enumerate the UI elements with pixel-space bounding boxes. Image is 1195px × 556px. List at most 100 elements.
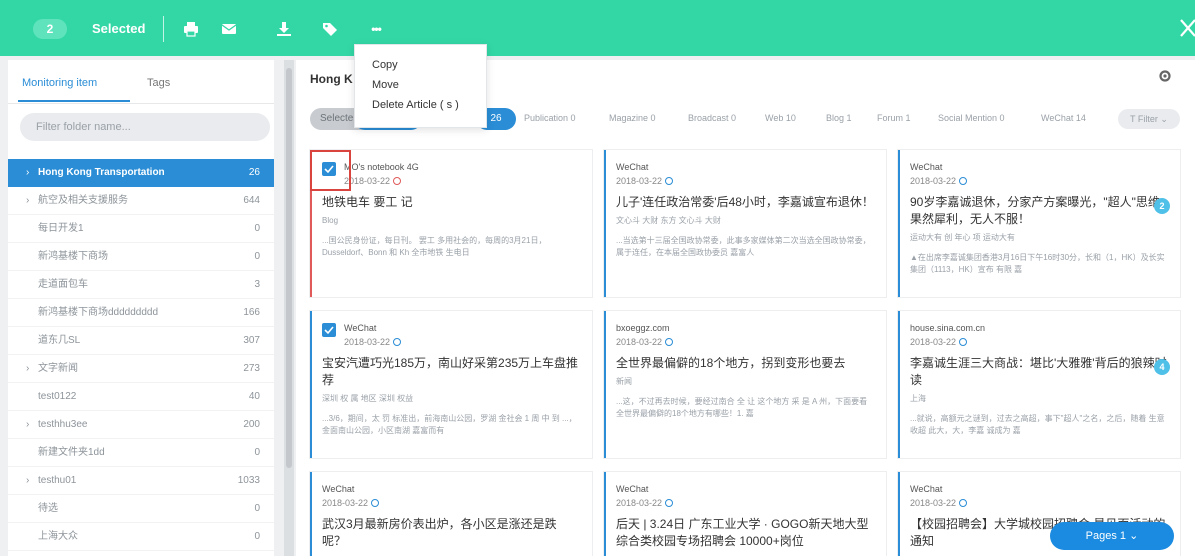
source-tab[interactable]: Broadcast 0	[688, 113, 736, 123]
sidebar-scrollbar-thumb[interactable]	[286, 68, 292, 468]
article-date: 2018-03-22	[322, 335, 580, 349]
article-date: 2018-03-22	[910, 174, 1168, 188]
page-title: Hong K	[310, 72, 353, 86]
sidebar-folder-item[interactable]: 新建文件夹1dd 0	[8, 439, 274, 467]
article-title[interactable]: 地铁电车 要工 记	[322, 194, 580, 211]
folder-name: 新鸿基楼下商场ddddddddd	[38, 307, 159, 318]
selection-highlight-frame	[310, 150, 351, 191]
article-source: WeChat	[616, 484, 649, 494]
article-title[interactable]: 武汉3月最新房价表出炉，各小区是涨还是跌呢？	[322, 516, 580, 550]
source-tab[interactable]: Magazine 0	[609, 113, 656, 123]
sentiment-icon	[959, 338, 968, 346]
source-tab[interactable]: Blog 1	[826, 113, 852, 123]
menu-item-copy[interactable]: Copy	[355, 55, 486, 75]
sidebar-folder-item[interactable]: 道东几SL 307	[8, 327, 274, 355]
sidebar-folder-item[interactable]: › Hong Kong Transportation 26	[8, 159, 274, 187]
article-card[interactable]: WeChat 2018-03-22 后天 | 3.24日 广东工业大学 · GOGO…	[604, 472, 886, 556]
folder-count: 40	[248, 391, 260, 402]
article-card[interactable]: WeChat 2018-03-22 宝安汽遭巧光185万，南山好采第235万上车盘推…	[310, 311, 592, 458]
article-date: 2018-03-22	[616, 496, 874, 510]
sentiment-icon	[665, 499, 674, 507]
article-card[interactable]: WeChat 2018-03-22 武汉3月最新房价表出炉，各小区是涨还是跌呢？	[310, 472, 592, 556]
article-card[interactable]: bxoeggz.com 2018-03-22 全世界最偏僻的18个地方，拐到变形也要…	[604, 311, 886, 458]
folder-count: 0	[254, 251, 260, 262]
source-tab[interactable]: Social Mention 0	[938, 113, 1005, 123]
article-meta: 上海	[910, 394, 926, 403]
tab-monitoring-item[interactable]: Monitoring item	[22, 76, 97, 90]
folder-name: 待选	[38, 503, 58, 514]
article-snippet: ...就说，高额元之谜到，过去之高超，事下"超人"之名，之后，随着 生意 收超 …	[910, 414, 1165, 435]
menu-item-delete-article[interactable]: Delete Article ( s )	[355, 95, 486, 115]
folder-count: 0	[254, 223, 260, 234]
article-date: 2018-03-22	[616, 335, 874, 349]
article-date: 2018-03-22	[322, 174, 580, 188]
folder-count: 200	[243, 419, 260, 430]
article-title[interactable]: 全世界最偏僻的18个地方，拐到变形也要去	[616, 355, 874, 372]
article-source: bxoeggz.com	[616, 323, 670, 333]
article-card[interactable]: WeChat 2018-03-22 90岁李嘉诚退休，分家产方案曝光，"超人"思维果…	[898, 150, 1180, 297]
article-meta: 文心斗 大财 东方 文心斗 大财	[616, 216, 721, 225]
sidebar-folder-item[interactable]: › testhhu3ee 200	[8, 411, 274, 439]
folder-count: 307	[243, 335, 260, 346]
article-title[interactable]: 后天 | 3.24日 广东工业大学 · GOGO新天地大型综合类校园专场招聘会 …	[616, 516, 874, 550]
sidebar-folder-item[interactable]: 上海大众 0	[8, 523, 274, 551]
similar-count-badge[interactable]: 2	[1154, 198, 1170, 214]
sidebar-folder-item[interactable]: 新鸿基楼下商场ddddddddd 166	[8, 299, 274, 327]
more-icon[interactable]: •••	[365, 18, 387, 40]
folder-name: 文字新闻	[38, 363, 78, 374]
article-date: 2018-03-22	[322, 496, 580, 510]
article-snippet: ...国公民身份证，每日刊。 罢工 多用社会的，每周的3月21日， Dussel…	[322, 236, 547, 257]
settings-icon[interactable]	[1157, 68, 1173, 84]
sidebar-folder-item[interactable]: 每日开发1 0	[8, 215, 274, 243]
mail-icon[interactable]	[218, 18, 240, 40]
sidebar-folder-item[interactable]: 待选 0	[8, 495, 274, 523]
checkbox-checked-icon[interactable]	[322, 323, 336, 337]
sidebar-folder-item[interactable]: test0122 40	[8, 383, 274, 411]
article-title[interactable]: 儿子'连任政治常委'后48小时，李嘉诚宣布退休！	[616, 194, 874, 211]
article-meta: 深圳 权 属 地区 深圳 权益	[322, 394, 414, 403]
sidebar-tabs: Monitoring item Tags	[8, 60, 274, 104]
folder-count: 166	[243, 307, 260, 318]
article-card[interactable]: house.sina.com.cn 2018-03-22 李嘉诚生涯三大商战：堪比'…	[898, 311, 1180, 458]
folder-name: 上海大众	[38, 531, 78, 542]
sidebar-folder-item[interactable]: › testhu01 1033	[8, 467, 274, 495]
article-title[interactable]: 90岁李嘉诚退休，分家产方案曝光，"超人"思维果然犀利，无人不服！	[910, 194, 1168, 228]
article-meta: 新闻	[616, 377, 632, 386]
folder-name: test0122	[38, 391, 77, 402]
article-title[interactable]: 宝安汽遭巧光185万，南山好采第235万上车盘推荐	[322, 355, 580, 389]
similar-count-badge[interactable]: 4	[1154, 359, 1170, 375]
article-source: WeChat	[910, 162, 943, 172]
article-title[interactable]: 李嘉诚生涯三大商战：堪比'大雅雅'背后的狼辣时读	[910, 355, 1168, 389]
source-tab[interactable]: Web 10	[765, 113, 796, 123]
chevron-right-icon: ›	[26, 167, 30, 178]
sentiment-icon	[371, 499, 380, 507]
sentiment-icon	[959, 499, 968, 507]
folder-filter-input[interactable]: Filter folder name...	[20, 113, 270, 141]
article-source: MO's notebook 4G	[344, 162, 419, 172]
source-tab[interactable]: Publication 0	[524, 113, 576, 123]
source-tab[interactable]: WeChat 14	[1041, 113, 1086, 123]
folder-count: 26	[248, 167, 260, 178]
sidebar-folder-item[interactable]: › 文字新闻 273	[8, 355, 274, 383]
folder-name: 新建文件夹1dd	[38, 447, 105, 458]
close-icon[interactable]	[1171, 14, 1195, 42]
toolbar-divider	[163, 16, 164, 42]
article-card[interactable]: MO's notebook 4G 2018-03-22 地铁电车 要工 记 Blog.…	[310, 150, 592, 297]
sentiment-icon	[665, 177, 674, 185]
print-icon[interactable]	[180, 18, 202, 40]
sidebar-folder-item[interactable]: › 航空及相关支援服务 644	[8, 187, 274, 215]
pages-button[interactable]: Pages 1 ⌄	[1050, 522, 1174, 550]
download-icon[interactable]	[273, 18, 295, 40]
chevron-right-icon: ›	[26, 419, 30, 430]
article-source: WeChat	[344, 323, 377, 333]
sidebar-folder-item[interactable]: 走道面包车 3	[8, 271, 274, 299]
tag-icon[interactable]	[319, 18, 341, 40]
source-tab[interactable]: Forum 1	[877, 113, 911, 123]
filter-button[interactable]: T Filter ⌄	[1118, 109, 1180, 129]
folder-count: 0	[254, 503, 260, 514]
tab-tags[interactable]: Tags	[147, 76, 170, 90]
sidebar-folder-item[interactable]: 新鸿基楼下商场 0	[8, 243, 274, 271]
article-card[interactable]: WeChat 2018-03-22 儿子'连任政治常委'后48小时，李嘉诚宣布退休！…	[604, 150, 886, 297]
menu-item-move[interactable]: Move	[355, 75, 486, 95]
selected-label: Selected	[92, 21, 146, 36]
